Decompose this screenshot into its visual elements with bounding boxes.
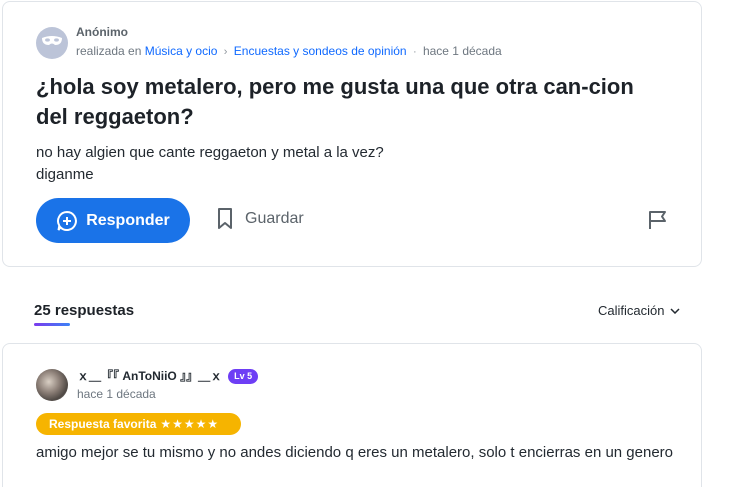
save-button[interactable]: Guardar	[217, 208, 304, 230]
flag-icon	[648, 210, 668, 235]
subcategory-link[interactable]: Encuestas y sondeos de opinión	[234, 44, 407, 58]
level-badge: Lv 5	[228, 368, 259, 384]
question-body-line: diganme	[36, 166, 94, 183]
star-rating-icon: ★★★★★	[160, 417, 220, 431]
plus-bubble-icon	[56, 210, 78, 232]
sort-dropdown[interactable]: Calificación	[598, 303, 681, 318]
favorite-answer-badge: Respuesta favorita ★★★★★	[36, 413, 241, 435]
favorite-label: Respuesta favorita	[49, 417, 157, 431]
question-body-line: no hay algien que cante reggaeton y meta…	[36, 144, 384, 161]
answer-time: hace 1 década	[77, 387, 156, 401]
answer-header: ｘ＿『『 AnToNiiO 』』＿ｘ Lv 5 hace 1 década	[36, 368, 259, 402]
category-link[interactable]: Música y ocio	[145, 44, 218, 58]
answers-count[interactable]: 25 respuestas	[34, 302, 134, 319]
question-card: Anónimo realizada en Música y ocio › Enc…	[2, 1, 702, 267]
avatar[interactable]	[36, 369, 68, 401]
question-title: ¿hola soy metalero, pero me gusta una qu…	[36, 74, 634, 129]
bookmark-icon	[217, 208, 233, 230]
chevron-down-icon	[670, 307, 681, 314]
answer-author[interactable]: ｘ＿『『 AnToNiiO 』』＿ｘ	[77, 368, 222, 384]
answer-body: amigo mejor se tu mismo y no andes dicie…	[36, 444, 674, 461]
dot-separator: ·	[412, 46, 417, 58]
reply-label: Responder	[86, 211, 170, 229]
avatar	[36, 27, 68, 59]
chevron-right-icon: ›	[223, 46, 228, 58]
report-button[interactable]	[648, 210, 668, 235]
question-author: Anónimo	[76, 25, 128, 39]
mask-icon	[41, 34, 63, 52]
posted-in-prefix: realizada en	[76, 44, 142, 58]
question-time: hace 1 década	[422, 44, 502, 58]
answer-card: ｘ＿『『 AnToNiiO 』』＿ｘ Lv 5 hace 1 década Re…	[2, 343, 702, 487]
sort-label: Calificación	[598, 303, 665, 318]
reply-button[interactable]: Responder	[36, 198, 190, 243]
question-body: no hay algien que cante reggaeton y meta…	[36, 142, 384, 186]
answers-tab-underline	[34, 323, 70, 326]
question-header: Anónimo realizada en Música y ocio › Enc…	[36, 24, 502, 60]
save-label: Guardar	[245, 210, 304, 227]
